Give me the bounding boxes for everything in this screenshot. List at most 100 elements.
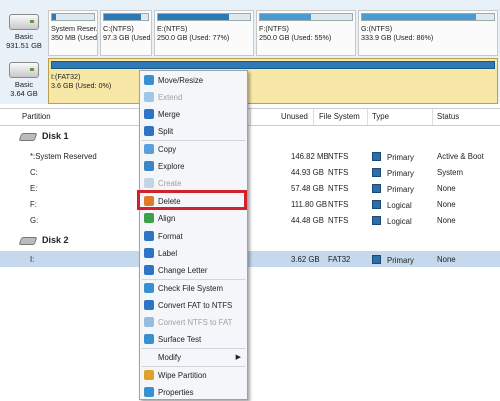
menu-item-convert-ntfs-to-fat[interactable]: Convert NTFS to FAT xyxy=(140,314,247,330)
column-partition[interactable]: Partition xyxy=(22,112,51,121)
disk1-label[interactable]: Basic 931.51 GB xyxy=(2,10,46,56)
fs-cell: NTFS xyxy=(328,216,349,225)
menu-item-split[interactable]: Split xyxy=(140,123,247,139)
surface-test-icon xyxy=(144,334,154,344)
menu-item-label[interactable]: Label xyxy=(140,245,247,261)
disk1-group-header[interactable]: Disk 1 xyxy=(18,131,69,141)
disk1-map-row[interactable]: Basic 931.51 GB System Reser... 350 MB (… xyxy=(2,10,498,56)
partition-info: 250.0 GB (Used: 77%) xyxy=(157,33,230,42)
disk2-label[interactable]: Basic 3.64 GB xyxy=(2,58,46,104)
explore-icon xyxy=(144,161,154,171)
unused-cell: 57.48 GB xyxy=(291,184,324,193)
type-cell: Primary xyxy=(387,153,414,162)
menu-item-check-file-system[interactable]: Check File System xyxy=(140,280,247,296)
delete-highlight-box xyxy=(137,190,247,210)
menu-item-move-resize[interactable]: Move/Resize xyxy=(140,72,247,88)
partition-type-icon xyxy=(372,255,381,264)
menu-item-modify[interactable]: Modify ▶ xyxy=(140,349,247,365)
menu-item-surface-test[interactable]: Surface Test xyxy=(140,331,247,347)
disk2-size: 3.64 GB xyxy=(10,89,38,98)
disk1-size: 931.51 GB xyxy=(6,41,42,50)
usage-fill xyxy=(260,14,311,20)
usage-fill xyxy=(52,14,57,20)
fs-cell: NTFS xyxy=(328,184,349,193)
status-cell: System xyxy=(437,168,463,177)
disk1-type: Basic xyxy=(14,32,34,41)
menu-item-extend[interactable]: Extend xyxy=(140,89,247,105)
align-icon xyxy=(144,213,154,223)
partition-block-c[interactable]: C:(NTFS) 97.3 GB (Used: xyxy=(100,10,152,56)
type-cell: Logical xyxy=(387,201,412,210)
menu-item-create[interactable]: Create xyxy=(140,175,247,191)
partition-block-e[interactable]: E:(NTFS) 250.0 GB (Used: 77%) xyxy=(154,10,254,56)
menu-item-change-letter[interactable]: Change Letter xyxy=(140,262,247,278)
usage-fill xyxy=(158,14,229,20)
format-icon xyxy=(144,231,154,241)
disk2-type: Basic xyxy=(14,80,34,89)
table-row[interactable]: *:System Reserved 146.82 MB NTFS Primary… xyxy=(0,148,500,164)
type-cell: Primary xyxy=(387,185,414,194)
partition-type-icon xyxy=(372,152,381,161)
table-row[interactable]: E: 57.48 GB NTFS Primary None xyxy=(0,180,500,196)
hard-disk-icon xyxy=(9,62,39,78)
hard-disk-icon xyxy=(9,14,39,30)
menu-item-explore[interactable]: Explore xyxy=(140,158,247,174)
disk-icon xyxy=(18,236,38,245)
merge-icon xyxy=(144,109,154,119)
menu-item-format[interactable]: Format xyxy=(140,228,247,244)
partition-info: 3.6 GB (Used: 0%) xyxy=(51,81,112,90)
usage-fill xyxy=(104,14,142,20)
partition-block-i[interactable]: I:(FAT32) 3.6 GB (Used: 0%) xyxy=(48,58,498,104)
column-status[interactable]: Status xyxy=(437,112,459,121)
label-icon xyxy=(144,248,154,258)
table-row[interactable]: F: 111.80 GB NTFS Logical None xyxy=(0,196,500,212)
disk-map: Basic 931.51 GB System Reser... 350 MB (… xyxy=(0,0,500,104)
status-cell: None xyxy=(437,216,456,225)
disk2-map-row[interactable]: Basic 3.64 GB I:(FAT32) 3.6 GB (Used: 0%… xyxy=(2,58,498,104)
partition-block-system-reserved[interactable]: System Reser... 350 MB (Used: xyxy=(48,10,98,56)
partition-name: C:(NTFS) xyxy=(103,24,134,33)
table-row[interactable]: C: 44.93 GB NTFS Primary System xyxy=(0,164,500,180)
convert-ntfs-fat-icon xyxy=(144,317,154,327)
create-icon xyxy=(144,178,154,188)
move-resize-icon xyxy=(144,75,154,85)
partition-cell: I: xyxy=(30,255,35,264)
column-file-system[interactable]: File System xyxy=(319,112,360,121)
disk2-group-label: Disk 2 xyxy=(42,235,69,245)
menu-item-convert-fat-to-ntfs[interactable]: Convert FAT to NTFS xyxy=(140,297,247,313)
status-cell: Active & Boot xyxy=(437,152,484,161)
partition-block-g[interactable]: G:(NTFS) 333.9 GB (Used: 86%) xyxy=(358,10,498,56)
partition-type-icon xyxy=(372,168,381,177)
disk2-group-header[interactable]: Disk 2 xyxy=(18,235,69,245)
unused-cell: 111.80 GB xyxy=(291,200,328,209)
table-row[interactable]: G: 44.48 GB NTFS Logical None xyxy=(0,212,500,228)
partition-type-icon xyxy=(372,200,381,209)
menu-item-align[interactable]: Align xyxy=(140,210,247,226)
unused-cell: 44.93 GB xyxy=(291,168,324,177)
submenu-arrow-icon: ▶ xyxy=(235,354,241,361)
column-unused[interactable]: Unused xyxy=(281,112,308,121)
properties-icon xyxy=(144,387,154,397)
partition-name: E:(NTFS) xyxy=(157,24,188,33)
disk1-group-label: Disk 1 xyxy=(42,131,69,141)
column-type[interactable]: Type xyxy=(372,112,389,121)
partition-info: 333.9 GB (Used: 86%) xyxy=(361,33,434,42)
partition-name: G:(NTFS) xyxy=(361,24,393,33)
status-cell: None xyxy=(437,200,456,209)
menu-item-wipe-partition[interactable]: Wipe Partition xyxy=(140,367,247,383)
type-cell: Primary xyxy=(387,256,414,265)
menu-item-properties[interactable]: Properties xyxy=(140,384,247,400)
partition-cell: G: xyxy=(30,216,39,225)
unused-cell: 44.48 GB xyxy=(291,216,324,225)
check-file-system-icon xyxy=(144,283,154,293)
partition-cell: *:System Reserved xyxy=(30,152,97,161)
change-letter-icon xyxy=(144,265,154,275)
partition-info: 250.0 GB (Used: 55%) xyxy=(259,33,332,42)
menu-item-merge[interactable]: Merge xyxy=(140,106,247,122)
partition-block-f[interactable]: F:(NTFS) 250.0 GB (Used: 55%) xyxy=(256,10,356,56)
menu-item-copy[interactable]: Copy xyxy=(140,141,247,157)
partition-name: I:(FAT32) xyxy=(51,72,81,81)
partition-info: 350 MB (Used: xyxy=(51,33,97,42)
partition-type-icon xyxy=(372,216,381,225)
table-row-selected[interactable]: I: 3.62 GB FAT32 Primary None xyxy=(0,251,500,267)
